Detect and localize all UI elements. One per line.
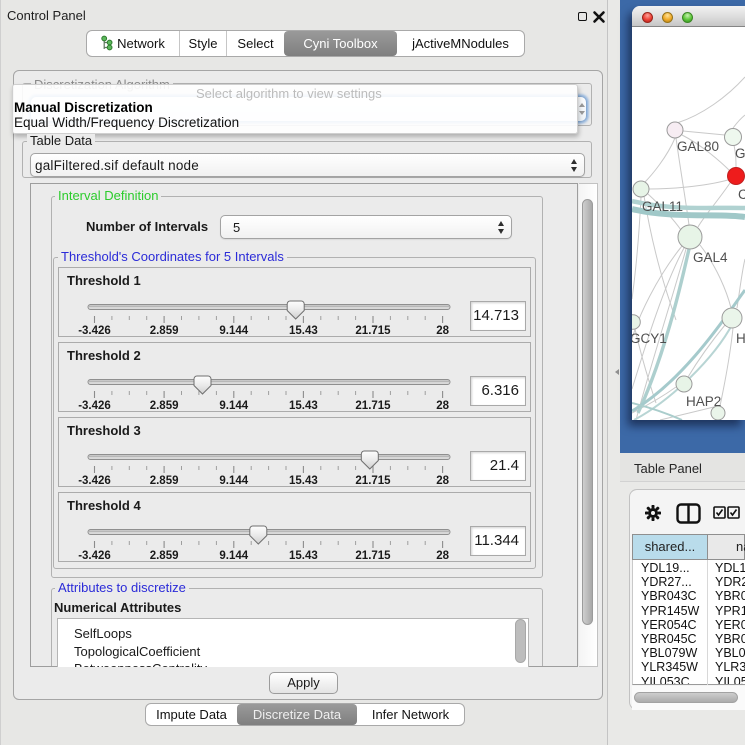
svg-text:C: C bbox=[738, 187, 745, 202]
svg-text:GAL80: GAL80 bbox=[677, 139, 719, 154]
svg-text:GAL4: GAL4 bbox=[693, 250, 728, 265]
svg-text:GAL11: GAL11 bbox=[642, 199, 683, 214]
svg-text:HAP2: HAP2 bbox=[686, 394, 721, 409]
svg-text:GCY1: GCY1 bbox=[632, 331, 667, 346]
svg-text:GA: GA bbox=[735, 146, 745, 161]
svg-text:H: H bbox=[736, 331, 745, 346]
